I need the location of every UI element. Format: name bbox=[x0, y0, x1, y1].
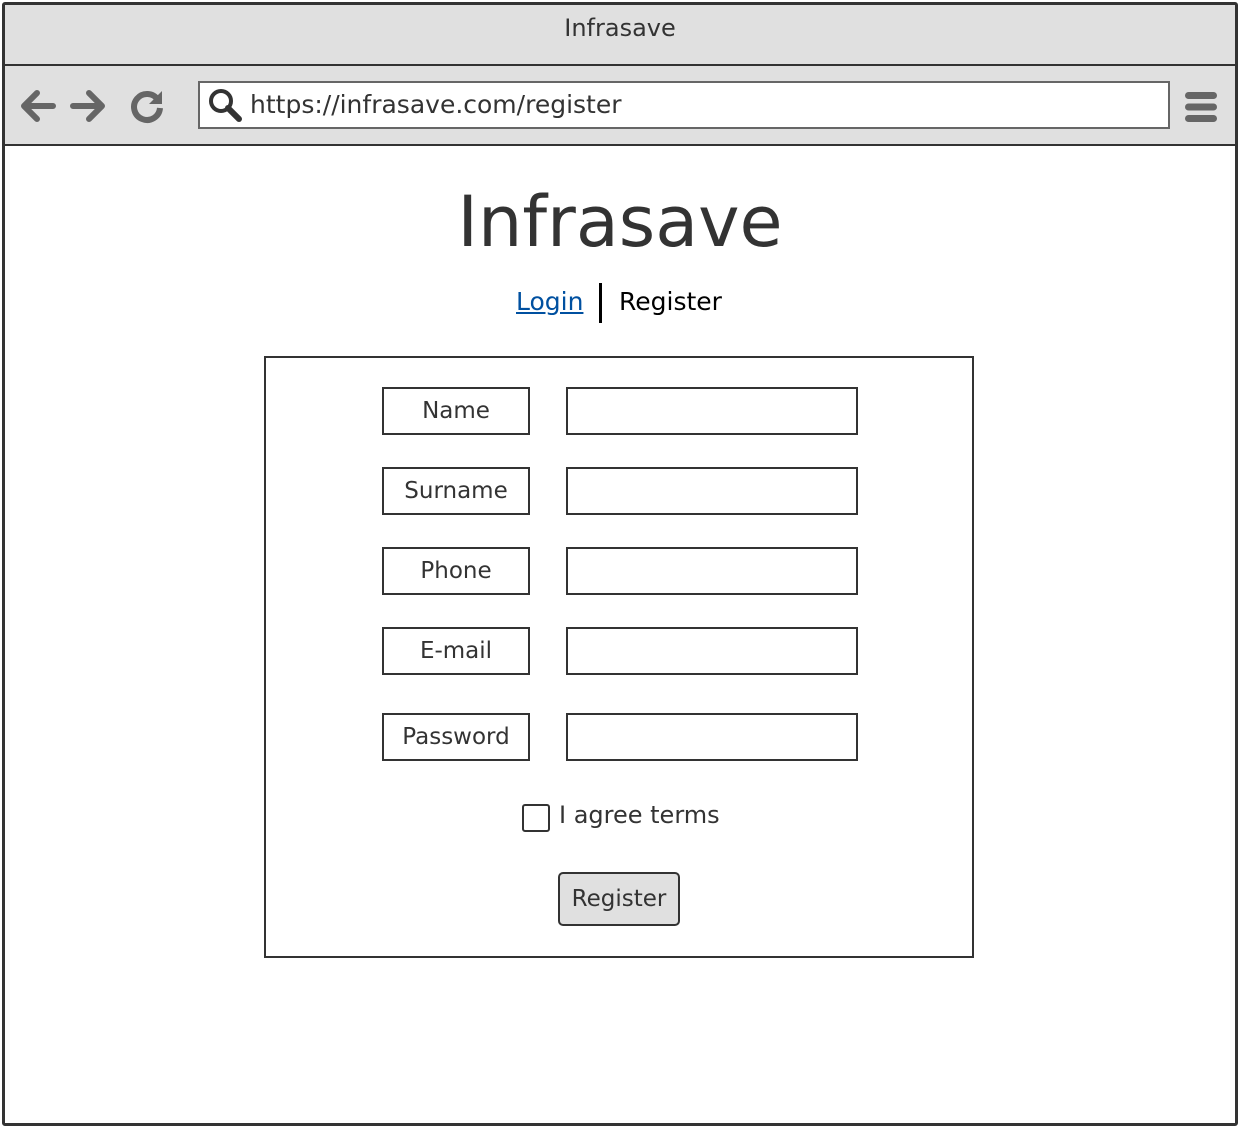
agree-terms-label[interactable]: I agree terms bbox=[559, 801, 720, 829]
password-field[interactable] bbox=[566, 713, 858, 761]
tab-register: Register bbox=[619, 287, 722, 316]
name-field[interactable] bbox=[566, 387, 858, 435]
browser-toolbar: https://infrasave.com/register bbox=[5, 66, 1235, 146]
page-title: Infrasave bbox=[457, 181, 783, 263]
forward-arrow-icon[interactable] bbox=[70, 88, 106, 124]
phone-field[interactable] bbox=[566, 547, 858, 595]
password-label: Password bbox=[382, 713, 530, 761]
window-title-bar: Infrasave bbox=[5, 5, 1235, 66]
tab-login[interactable]: Login bbox=[516, 287, 583, 316]
surname-label: Surname bbox=[382, 467, 530, 515]
url-text: https://infrasave.com/register bbox=[250, 90, 622, 119]
page-content: Infrasave Login Register Name Surname Ph… bbox=[5, 146, 1235, 1123]
browser-window: Infrasave https://infrasave.com/register… bbox=[2, 2, 1238, 1126]
surname-field[interactable] bbox=[566, 467, 858, 515]
address-bar[interactable]: https://infrasave.com/register bbox=[198, 81, 1170, 129]
phone-label: Phone bbox=[382, 547, 530, 595]
reload-icon[interactable] bbox=[129, 88, 165, 124]
hamburger-menu-icon[interactable] bbox=[1185, 90, 1217, 124]
auth-tabs: Login Register bbox=[5, 281, 1235, 325]
register-button[interactable]: Register bbox=[558, 872, 680, 926]
back-arrow-icon[interactable] bbox=[20, 88, 56, 124]
email-field[interactable] bbox=[566, 627, 858, 675]
window-title: Infrasave bbox=[564, 14, 676, 42]
tab-divider bbox=[599, 283, 602, 323]
name-label: Name bbox=[382, 387, 530, 435]
search-icon bbox=[209, 89, 242, 122]
agree-terms-checkbox[interactable] bbox=[522, 804, 550, 832]
register-form: Name Surname Phone E-mail Password I agr… bbox=[264, 356, 974, 958]
email-label: E-mail bbox=[382, 627, 530, 675]
